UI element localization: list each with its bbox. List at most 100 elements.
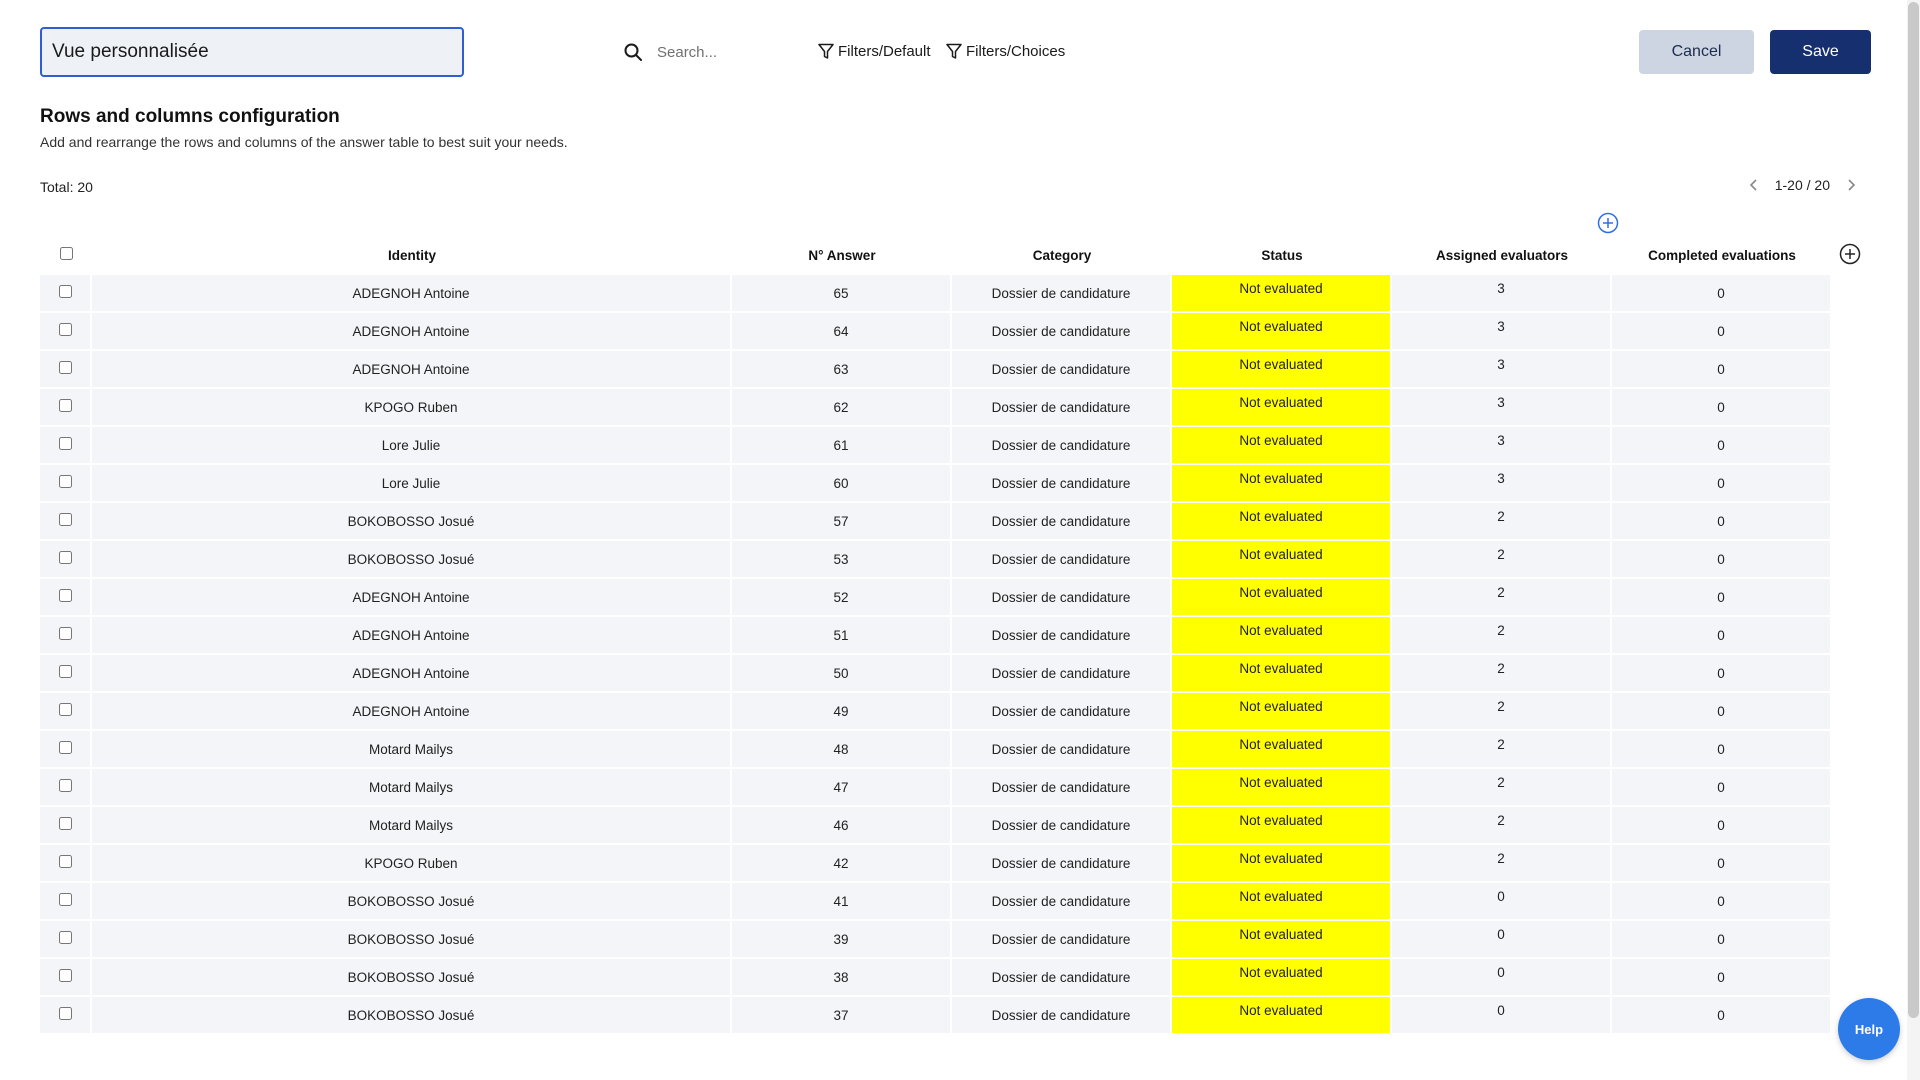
row-checkbox[interactable]	[58, 969, 72, 982]
filter-default-label: Filters/Default	[838, 42, 931, 60]
search-input[interactable]	[655, 42, 809, 62]
completed-evaluations-cell: 0	[1612, 275, 1832, 313]
table-row[interactable]: Motard Mailys 47 Dossier de candidature Not…	[40, 769, 1832, 807]
view-name-input[interactable]	[40, 27, 464, 77]
column-header[interactable]: Completed evaluations	[1612, 235, 1832, 275]
row-select-cell	[40, 275, 92, 313]
table-row[interactable]: Motard Mailys 48 Dossier de candidature Not…	[40, 731, 1832, 769]
column-header[interactable]: Category	[952, 235, 1172, 275]
filter-default-button[interactable]: Filters/Default	[818, 38, 931, 64]
table-row[interactable]: Motard Mailys 46 Dossier de candidature Not…	[40, 807, 1832, 845]
row-checkbox[interactable]	[58, 779, 72, 792]
assigned-evaluators-cell: 2	[1392, 617, 1612, 655]
row-checkbox[interactable]	[58, 1007, 72, 1020]
row-checkbox[interactable]	[58, 817, 72, 830]
answer-number-cell: 65	[732, 275, 952, 313]
add-end-column-icon[interactable]	[1839, 243, 1861, 265]
row-select-cell	[40, 731, 92, 769]
help-button[interactable]: Help	[1838, 998, 1900, 1060]
status-badge: Not evaluated	[1172, 845, 1392, 883]
assigned-evaluators-cell: 0	[1392, 997, 1612, 1035]
scrollbar-thumb[interactable]	[1908, 2, 1919, 1018]
completed-evaluations-cell: 0	[1612, 351, 1832, 389]
completed-evaluations-cell: 0	[1612, 845, 1832, 883]
completed-evaluations-cell: 0	[1612, 769, 1832, 807]
table-row[interactable]: KPOGO Ruben 62 Dossier de candidature Not e…	[40, 389, 1832, 427]
column-header[interactable]: Status	[1172, 235, 1392, 275]
row-select-cell	[40, 997, 92, 1035]
row-select-cell	[40, 541, 92, 579]
identity-cell: BOKOBOSSO Josué	[92, 883, 732, 921]
cancel-button[interactable]: Cancel	[1639, 30, 1754, 74]
table-row[interactable]: BOKOBOSSO Josué 39 Dossier de candidature N…	[40, 921, 1832, 959]
answer-number-cell: 38	[732, 959, 952, 997]
table-row[interactable]: BOKOBOSSO Josué 53 Dossier de candidature N…	[40, 541, 1832, 579]
column-header[interactable]: N° Answer	[732, 235, 952, 275]
table-row[interactable]: KPOGO Ruben 42 Dossier de candidature Not e…	[40, 845, 1832, 883]
assigned-evaluators-cell: 3	[1392, 275, 1612, 313]
identity-cell: Motard Mailys	[92, 731, 732, 769]
table-row[interactable]: ADEGNOH Antoine 49 Dossier de candidature N…	[40, 693, 1832, 731]
completed-evaluations-cell: 0	[1612, 541, 1832, 579]
status-badge: Not evaluated	[1172, 389, 1392, 427]
filter-icon	[946, 43, 962, 59]
completed-evaluations-cell: 0	[1612, 693, 1832, 731]
row-checkbox[interactable]	[58, 589, 72, 602]
assigned-evaluators-cell: 2	[1392, 541, 1612, 579]
row-checkbox[interactable]	[58, 627, 72, 640]
row-checkbox[interactable]	[58, 513, 72, 526]
table-row[interactable]: ADEGNOH Antoine 52 Dossier de candidature N…	[40, 579, 1832, 617]
chevron-right-icon[interactable]	[1844, 178, 1858, 192]
identity-cell: ADEGNOH Antoine	[92, 693, 732, 731]
column-header[interactable]: Assigned evaluators	[1392, 235, 1612, 275]
assigned-evaluators-cell: 2	[1392, 503, 1612, 541]
table-row[interactable]: BOKOBOSSO Josué 57 Dossier de candidature N…	[40, 503, 1832, 541]
row-checkbox[interactable]	[58, 893, 72, 906]
table-row[interactable]: ADEGNOH Antoine 50 Dossier de candidature N…	[40, 655, 1832, 693]
completed-evaluations-cell: 0	[1612, 579, 1832, 617]
identity-cell: Motard Mailys	[92, 807, 732, 845]
column-header[interactable]: Identity	[92, 235, 732, 275]
filter-choices-button[interactable]: Filters/Choices	[946, 38, 1065, 64]
row-checkbox[interactable]	[58, 399, 72, 412]
row-select-cell	[40, 313, 92, 351]
answer-number-cell: 61	[732, 427, 952, 465]
table-row[interactable]: BOKOBOSSO Josué 38 Dossier de candidature N…	[40, 959, 1832, 997]
row-checkbox[interactable]	[58, 475, 72, 488]
identity-cell: BOKOBOSSO Josué	[92, 959, 732, 997]
status-badge: Not evaluated	[1172, 921, 1392, 959]
row-checkbox[interactable]	[58, 551, 72, 564]
table-row[interactable]: BOKOBOSSO Josué 37 Dossier de candidature N…	[40, 997, 1832, 1035]
row-checkbox[interactable]	[58, 703, 72, 716]
search-box[interactable]	[623, 36, 809, 68]
add-column-icon[interactable]	[1597, 212, 1619, 234]
row-checkbox[interactable]	[58, 741, 72, 754]
answer-number-cell: 53	[732, 541, 952, 579]
answer-number-cell: 64	[732, 313, 952, 351]
assigned-evaluators-cell: 3	[1392, 351, 1612, 389]
row-checkbox[interactable]	[58, 931, 72, 944]
identity-cell: ADEGNOH Antoine	[92, 351, 732, 389]
select-all-checkbox[interactable]	[59, 247, 73, 260]
category-cell: Dossier de candidature	[952, 731, 1172, 769]
row-checkbox[interactable]	[58, 855, 72, 868]
row-checkbox[interactable]	[58, 437, 72, 450]
assigned-evaluators-cell: 2	[1392, 731, 1612, 769]
table-row[interactable]: ADEGNOH Antoine 64 Dossier de candidature N…	[40, 313, 1832, 351]
category-cell: Dossier de candidature	[952, 275, 1172, 313]
table-row[interactable]: Lore Julie 61 Dossier de candidature Not ev…	[40, 427, 1832, 465]
row-checkbox[interactable]	[58, 361, 72, 374]
row-checkbox[interactable]	[58, 323, 72, 336]
table-row[interactable]: BOKOBOSSO Josué 41 Dossier de candidature N…	[40, 883, 1832, 921]
table-row[interactable]: Lore Julie 60 Dossier de candidature Not ev…	[40, 465, 1832, 503]
row-checkbox[interactable]	[58, 665, 72, 678]
chevron-left-icon[interactable]	[1747, 178, 1761, 192]
answer-number-cell: 50	[732, 655, 952, 693]
save-button[interactable]: Save	[1770, 30, 1871, 74]
category-cell: Dossier de candidature	[952, 579, 1172, 617]
category-cell: Dossier de candidature	[952, 807, 1172, 845]
table-row[interactable]: ADEGNOH Antoine 63 Dossier de candidature N…	[40, 351, 1832, 389]
row-checkbox[interactable]	[58, 285, 72, 298]
table-row[interactable]: ADEGNOH Antoine 51 Dossier de candidature N…	[40, 617, 1832, 655]
table-row[interactable]: ADEGNOH Antoine 65 Dossier de candidature N…	[40, 275, 1832, 313]
